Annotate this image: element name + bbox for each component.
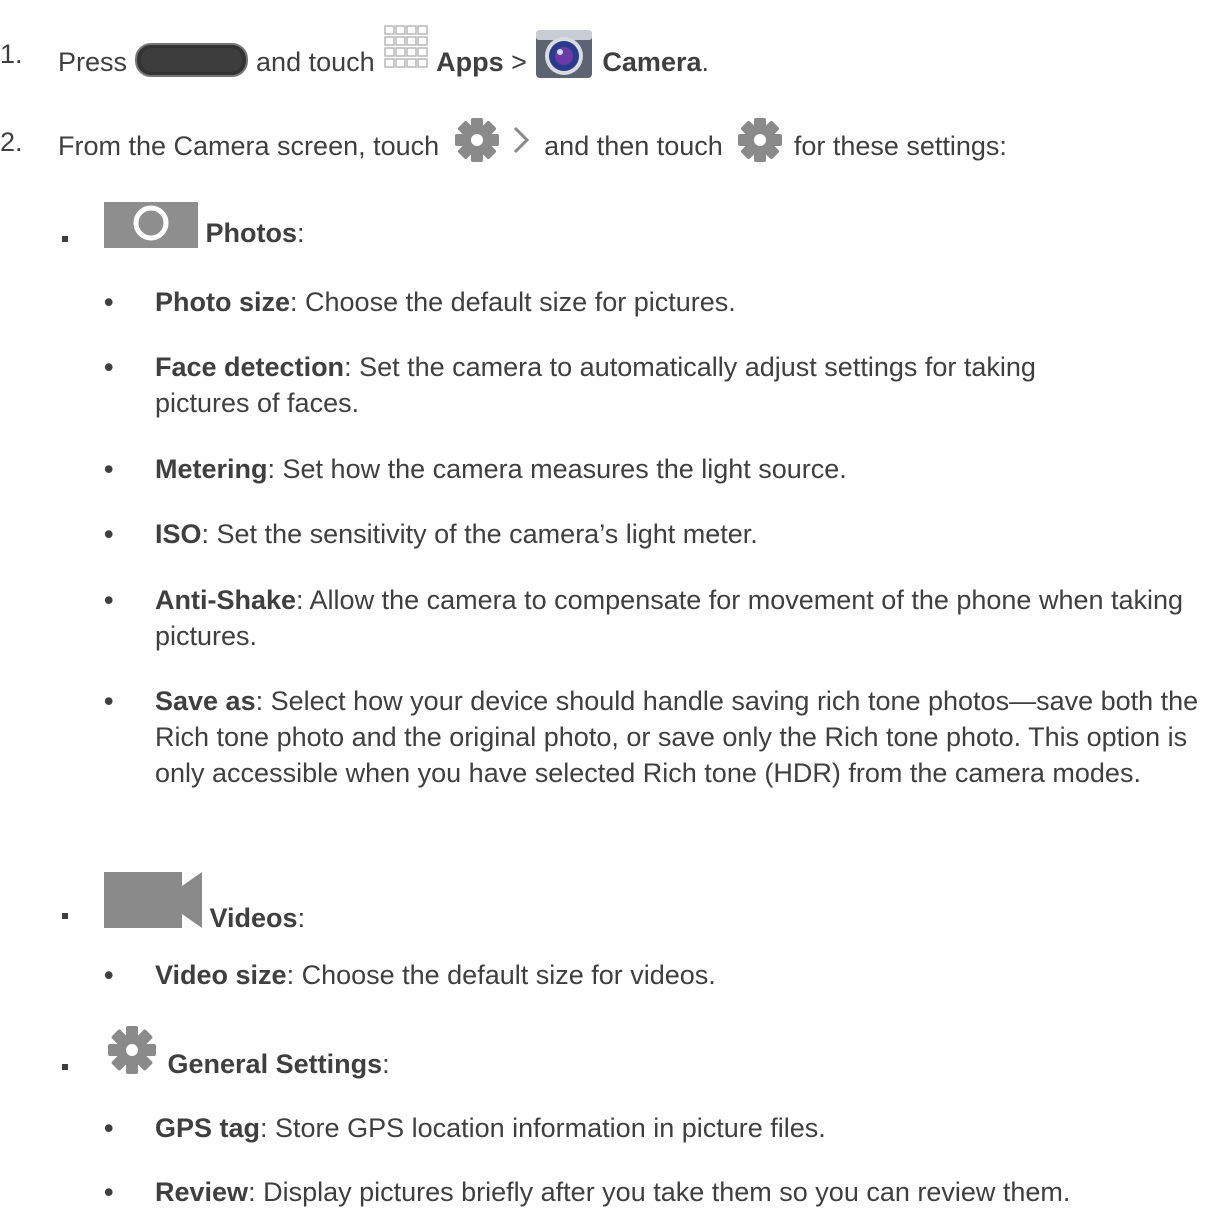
item-term: Photo size xyxy=(155,287,291,317)
item-video-size: Video size: Choose the default size for … xyxy=(155,957,1205,993)
item-photo-size: Photo size: Choose the default size for … xyxy=(155,284,1205,320)
colon: : xyxy=(382,1049,390,1080)
item-desc: : Choose the default size for videos. xyxy=(286,960,716,990)
item-desc: : Choose the default size for pictures. xyxy=(290,287,736,317)
item-term: Face detection xyxy=(155,352,345,382)
step-number: 2. xyxy=(0,127,23,157)
camera-app-icon xyxy=(534,24,594,80)
item-desc: : Allow the camera to compensate for mov… xyxy=(155,585,1184,651)
gear-icon xyxy=(104,1023,160,1077)
item-desc: : Select how your device should handle s… xyxy=(155,686,1199,788)
step-text: and touch xyxy=(248,47,383,78)
item-review: Review: Display pictures briefly after y… xyxy=(155,1174,1205,1210)
item-save-as: Save as: Select how your device should h… xyxy=(155,683,1210,791)
separator: > xyxy=(503,47,535,78)
section-label: General Settings xyxy=(167,1049,383,1080)
square-bullet xyxy=(62,913,68,919)
item-desc: : Store GPS location information in pict… xyxy=(260,1113,826,1143)
item-term: GPS tag xyxy=(155,1113,261,1143)
apps-grid-icon xyxy=(382,22,430,78)
item-term: Review xyxy=(155,1177,249,1207)
item-gps-tag: GPS tag: Store GPS location information … xyxy=(155,1110,1205,1146)
section-general-settings: General Settings: xyxy=(104,1026,390,1093)
item-face-detection: Face detection: Set the camera to automa… xyxy=(155,349,1135,421)
section-videos: Videos: xyxy=(104,872,306,950)
camera-icon xyxy=(104,200,198,250)
item-desc: : Display pictures briefly after you tak… xyxy=(248,1177,1071,1207)
bullet: • xyxy=(104,686,114,716)
section-label: Videos xyxy=(209,903,298,934)
section-photos: Photos: xyxy=(104,202,305,260)
bullet: • xyxy=(104,1177,114,1207)
step-number: 1. xyxy=(0,39,23,69)
square-bullet xyxy=(62,236,68,242)
bullet: • xyxy=(104,585,114,615)
camera-label: Camera xyxy=(602,47,702,78)
home-button-icon xyxy=(134,42,249,78)
item-term: ISO xyxy=(155,519,202,549)
step-text: and then touch xyxy=(536,131,731,162)
item-term: Video size xyxy=(155,960,287,990)
bullet: • xyxy=(104,960,114,990)
item-term: Save as xyxy=(155,686,256,716)
bullet: • xyxy=(104,352,114,382)
item-anti-shake: Anti-Shake: Allow the camera to compensa… xyxy=(155,582,1205,654)
gear-chevron-icon xyxy=(447,116,537,164)
item-desc: : Set how the camera measures the light … xyxy=(267,454,847,484)
item-term: Metering xyxy=(155,454,268,484)
item-desc: : Set the sensitivity of the camera’s li… xyxy=(201,519,758,549)
step-text: From the Camera screen, touch xyxy=(58,131,447,162)
item-iso: ISO: Set the sensitivity of the camera’s… xyxy=(155,516,1205,552)
apps-label: Apps xyxy=(436,47,504,78)
square-bullet xyxy=(62,1064,68,1070)
bullet: • xyxy=(104,287,114,317)
colon: : xyxy=(297,903,306,934)
section-label: Photos xyxy=(205,218,298,249)
step-text: . xyxy=(701,47,709,78)
bullet: • xyxy=(104,1113,114,1143)
item-metering: Metering: Set how the camera measures th… xyxy=(155,451,1205,487)
colon: : xyxy=(297,218,305,249)
video-camera-icon xyxy=(104,872,202,932)
step-text: Press xyxy=(58,47,135,78)
gear-icon xyxy=(734,116,786,164)
bullet: • xyxy=(104,519,114,549)
step-text: for these settings: xyxy=(786,131,1007,162)
bullet: • xyxy=(104,454,114,484)
item-term: Anti-Shake xyxy=(155,585,297,615)
